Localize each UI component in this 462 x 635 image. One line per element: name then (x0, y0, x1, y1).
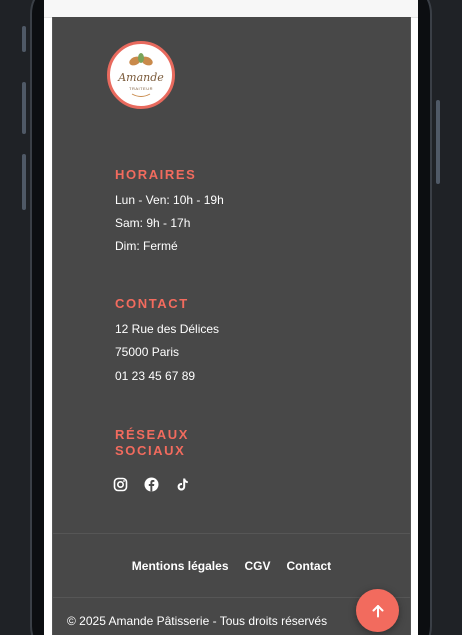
logo-wordmark: Amande (118, 71, 164, 84)
legal-links: Mentions légales CGV Contact (53, 559, 410, 573)
brand-logo[interactable]: Amande TRAITEUR (107, 41, 175, 109)
social-title-line1: RÉSEAUX (115, 427, 190, 442)
phone-screen: Amande TRAITEUR HORAIRES Lun - Ven: 10h … (44, 0, 418, 635)
phone-button (22, 154, 26, 210)
contact-street: 12 Rue des Délices (115, 322, 220, 336)
device-stage: Amande TRAITEUR HORAIRES Lun - Ven: 10h … (0, 0, 462, 635)
hours-saturday: Sam: 9h - 17h (115, 216, 191, 230)
phone-button (436, 100, 440, 184)
copyright-text: © 2025 Amande Pâtisserie - Tous droits r… (67, 614, 328, 628)
social-title-line2: SOCIAUX (115, 443, 186, 458)
social-links (113, 477, 190, 492)
tiktok-icon[interactable] (175, 477, 190, 492)
contact-city: 75000 Paris (115, 345, 180, 359)
instagram-icon[interactable] (113, 477, 128, 492)
legal-link-cgv[interactable]: CGV (245, 559, 271, 573)
page-content-edge (44, 0, 418, 18)
hours-sunday: Dim: Fermé (115, 239, 178, 253)
phone-button (22, 26, 26, 52)
contact-phone[interactable]: 01 23 45 67 89 (115, 368, 195, 384)
site-footer: Amande TRAITEUR HORAIRES Lun - Ven: 10h … (52, 17, 411, 635)
arrow-up-icon (372, 604, 383, 617)
phone-button (22, 82, 26, 134)
legal-link-contact[interactable]: Contact (287, 559, 332, 573)
logo-subtitle: TRAITEUR (129, 86, 153, 91)
footer-divider (53, 597, 410, 598)
footer-divider (53, 533, 410, 534)
legal-link-mentions[interactable]: Mentions légales (132, 559, 229, 573)
hours-weekday: Lun - Ven: 10h - 19h (115, 193, 224, 207)
hours-title: HORAIRES (115, 167, 197, 182)
contact-title: CONTACT (115, 296, 189, 311)
facebook-icon[interactable] (144, 477, 159, 492)
scroll-to-top-button[interactable] (356, 589, 399, 632)
